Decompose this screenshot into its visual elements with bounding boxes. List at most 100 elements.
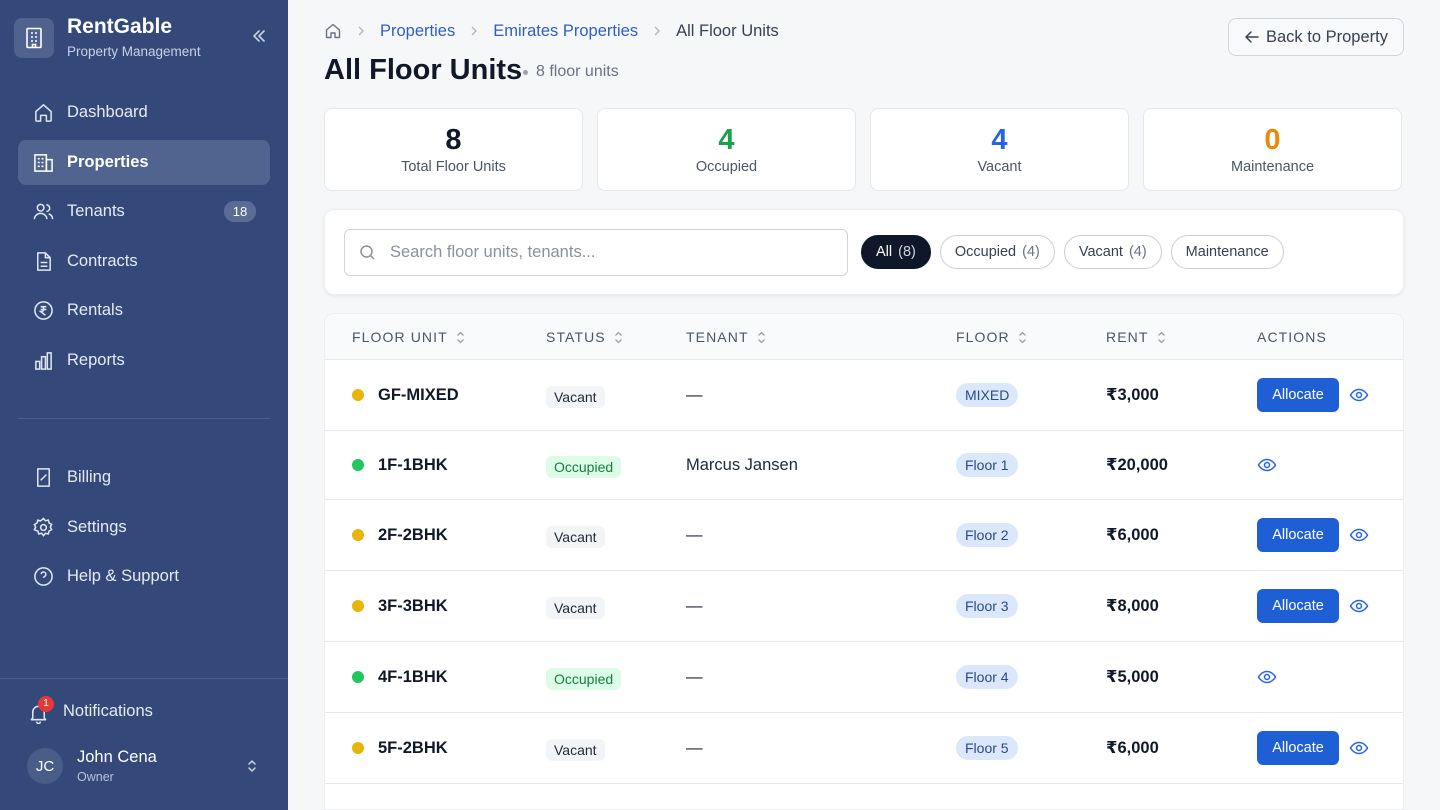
notification-count-badge: 1 [38,696,54,712]
status-cell: Vacant [546,571,605,641]
eye-icon[interactable] [1349,525,1369,545]
back-to-property-button[interactable]: Back to Property [1228,18,1404,56]
floor-unit-name: GF-MIXED [378,385,459,404]
tenant-name: Marcus Jansen [686,455,798,474]
allocate-button[interactable]: Allocate [1257,378,1339,412]
filter-chip-occupied[interactable]: Occupied (4) [939,235,1055,269]
eye-icon[interactable] [1349,738,1369,758]
brand[interactable]: RentGable Property Management [14,16,201,59]
nav-item-settings[interactable]: Settings [18,505,270,550]
building-logo-icon [14,17,54,58]
floor-cell: Floor 3 [956,571,1018,641]
sort-icon [757,331,765,343]
tenant-cell: Marcus Jansen [686,431,798,499]
stat-value: 4 [991,124,1008,156]
table-row[interactable]: 5F-2BHK Vacant — Floor 5 ₹6,000 Allocate [325,713,1403,784]
floor-cell: Floor 5 [956,713,1018,783]
stat-label: Maintenance [1230,159,1315,175]
nav-label: Rentals [67,301,123,320]
status-dot [352,742,364,754]
brand-subtitle: Property Management [67,44,201,59]
tenant-cell: — [686,360,703,430]
collapse-sidebar-icon[interactable] [250,27,268,45]
stat-card-occupied: 4 Occupied [597,108,856,191]
home-icon[interactable] [324,22,342,40]
nav-label: Billing [67,468,112,486]
column-header-status[interactable]: STATUS [546,329,623,345]
column-label: ACTIONS [1257,329,1327,345]
column-header-floor-unit[interactable]: FLOOR UNIT [352,329,465,345]
chip-label: Vacant [1078,244,1123,260]
rent-value: ₹20,000 [1106,456,1168,474]
nav-item-reports[interactable]: Reports [18,338,270,383]
chevron-right-icon [467,24,481,38]
nav-item-rentals[interactable]: Rentals [18,288,270,333]
allocate-button[interactable]: Allocate [1257,731,1339,765]
floor-unit-name: 1F-1BHK [378,455,448,474]
column-header-actions: ACTIONS [1257,329,1327,345]
page-title: All Floor Units [324,54,523,86]
status-dot [352,671,364,683]
secondary-nav: Billing Settings Help & Support [18,455,270,604]
rent-value: ₹5,000 [1106,668,1159,686]
filter-chip-maintenance[interactable]: Maintenance [1170,235,1284,269]
tenant-name: — [686,596,703,615]
eye-icon[interactable] [1257,667,1277,687]
allocate-button[interactable]: Allocate [1257,518,1339,552]
sidebar: RentGable Property Management Dashboard … [0,0,288,810]
eye-icon[interactable] [1349,596,1369,616]
tenant-cell: — [686,571,703,641]
eye-icon[interactable] [1349,385,1369,405]
floor-unit-name: 5F-2BHK [378,738,448,757]
nav-item-billing[interactable]: Billing [18,455,270,500]
rent-cell: ₹6,000 [1106,713,1159,783]
user-menu[interactable]: JC John Cena Owner [27,748,267,784]
sort-icon [456,331,464,343]
notifications-button[interactable]: 1 Notifications [28,696,153,724]
search-input[interactable] [390,243,830,262]
eye-icon[interactable] [1257,455,1277,475]
nav-item-tenants[interactable]: Tenants 18 [18,189,270,234]
chip-count: (8) [898,244,916,260]
stat-value: 4 [718,124,735,156]
chevron-right-icon [354,24,368,38]
filter-chip-vacant[interactable]: Vacant (4) [1063,235,1162,269]
column-header-tenant[interactable]: TENANT [686,329,766,345]
receipt-icon [32,467,54,489]
floor-unit-cell: 4F-1BHK [352,642,448,712]
status-dot [352,600,364,612]
home-icon [32,102,54,124]
user-name: John Cena [77,748,157,766]
status-cell: Occupied [546,642,622,712]
nav-item-help-support[interactable]: Help & Support [18,554,270,599]
actions-cell: Allocate [1257,500,1369,570]
column-header-floor[interactable]: FLOOR [956,329,1027,345]
table-row[interactable]: 3F-3BHK Vacant — Floor 3 ₹8,000 Allocate [325,571,1403,642]
breadcrumb-properties[interactable]: Properties [380,22,455,41]
chip-label: Occupied [954,244,1017,260]
table-row[interactable]: 4F-1BHK Occupied — Floor 4 ₹5,000 [325,642,1403,713]
nav-label: Contracts [67,251,138,270]
column-label: FLOOR [956,329,1010,345]
nav-item-properties[interactable]: Properties [18,139,270,185]
nav-item-dashboard[interactable]: Dashboard [18,90,270,135]
floor-cell: Floor 4 [956,642,1018,712]
tenant-name: — [686,738,703,757]
table-row[interactable]: 2F-2BHK Vacant — Floor 2 ₹6,000 Allocate [325,500,1403,571]
brand-name: RentGable [67,15,173,38]
breadcrumb-emirates-properties[interactable]: Emirates Properties [493,22,638,41]
status-badge: Vacant [546,526,605,548]
allocate-button[interactable]: Allocate [1257,589,1339,623]
search-box[interactable] [344,229,848,276]
stat-value: 0 [1264,124,1281,156]
actions-cell [1257,642,1277,712]
table-row[interactable]: 1F-1BHK Occupied Marcus Jansen Floor 1 ₹20,0… [325,431,1403,500]
table-row[interactable]: GF-MIXED Vacant — MIXED ₹3,000 Allocate [325,360,1403,431]
rent-cell: ₹8,000 [1106,571,1159,641]
column-header-rent[interactable]: RENT [1106,329,1166,345]
floor-badge: Floor 5 [956,736,1018,760]
nav-item-contracts[interactable]: Contracts [18,239,270,284]
filter-chip-all[interactable]: All (8) [861,235,931,269]
back-button-label: Back to Property [1266,27,1388,46]
floor-unit-name: 2F-2BHK [378,525,448,544]
